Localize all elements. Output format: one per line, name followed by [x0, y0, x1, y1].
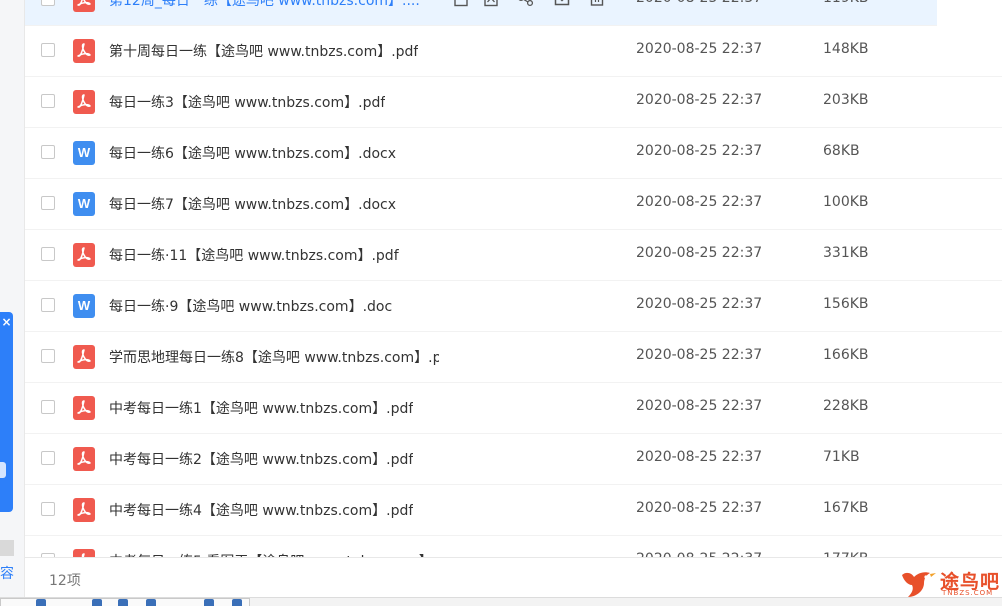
file-date: 2020-08-25 22:37 — [636, 194, 763, 210]
file-date: 2020-08-25 22:37 — [636, 41, 763, 57]
row-checkbox[interactable] — [41, 0, 55, 6]
file-size: 148KB — [823, 41, 869, 57]
file-date: 2020-08-25 22:37 — [636, 296, 763, 312]
file-date: 2020-08-25 22:37 — [636, 92, 763, 108]
taskbar — [0, 597, 1002, 606]
file-row[interactable]: 学而思地理每日一练8【途鸟吧 www.tnbzs.com】.pdf 2020-08… — [25, 332, 1002, 383]
file-row[interactable]: 中考每日一练1【途鸟吧 www.tnbzs.com】.pdf 2020-08-25… — [25, 383, 1002, 434]
file-row[interactable]: 中考每日一练4【途鸟吧 www.tnbzs.com】.pdf 2020-08-25… — [25, 485, 1002, 536]
row-checkbox[interactable] — [41, 349, 55, 363]
row-checkbox[interactable] — [41, 400, 55, 414]
file-row[interactable]: 每日一练·11【途鸟吧 www.tnbzs.com】.pdf 2020-08-25… — [25, 230, 1002, 281]
watermark-logo: 途鸟吧 TNBZS.COM — [896, 565, 999, 601]
row-checkbox[interactable] — [41, 196, 55, 210]
taskbar-app-icon[interactable] — [232, 599, 242, 606]
file-size: 156KB — [823, 296, 869, 312]
file-name[interactable]: 中考每日一练4【途鸟吧 www.tnbzs.com】.pdf — [109, 500, 413, 520]
file-date: 2020-08-25 22:37 — [636, 500, 763, 516]
file-size: 203KB — [823, 92, 869, 108]
file-row[interactable]: 第十周每日一练【途鸟吧 www.tnbzs.com】.pdf 2020-08-25… — [25, 26, 1002, 77]
file-name[interactable]: 中考每日一练1【途鸟吧 www.tnbzs.com】.pdf — [109, 398, 413, 418]
item-count: 12项 — [49, 573, 81, 589]
row-checkbox[interactable] — [41, 298, 55, 312]
file-name[interactable]: 每日一练·11【途鸟吧 www.tnbzs.com】.pdf — [109, 245, 399, 265]
file-name[interactable]: 第12周_每日一练【途鸟吧 www.tnbzs.com】.... — [109, 0, 420, 10]
side-floating-tab[interactable]: × — [0, 312, 13, 512]
file-row[interactable]: W 每日一练6【途鸟吧 www.tnbzs.com】.docx 2020-08-25… — [25, 128, 1002, 179]
file-size: 228KB — [823, 398, 869, 414]
taskbar-app-icon[interactable] — [204, 599, 214, 606]
file-name[interactable]: 每日一练6【途鸟吧 www.tnbzs.com】.docx — [109, 143, 396, 163]
file-size: 331KB — [823, 245, 869, 261]
preview-icon[interactable] — [483, 0, 501, 7]
word-file-icon: W — [73, 141, 95, 165]
row-checkbox[interactable] — [41, 145, 55, 159]
pdf-file-icon — [73, 345, 95, 369]
pdf-file-icon — [73, 396, 95, 420]
file-row[interactable]: 第12周_每日一练【途鸟吧 www.tnbzs.com】.... 2020-08-… — [25, 0, 937, 26]
file-name[interactable]: 每日一练7【途鸟吧 www.tnbzs.com】.docx — [109, 194, 396, 214]
word-letter: W — [77, 145, 91, 160]
left-panel-edge — [0, 0, 25, 606]
open-icon[interactable] — [453, 0, 471, 7]
bird-logo-icon — [902, 572, 936, 597]
taskbar-app-icon[interactable] — [146, 599, 156, 606]
file-row[interactable]: W 每日一练·9【途鸟吧 www.tnbzs.com】.doc 2020-08-25… — [25, 281, 1002, 332]
watermark-subtitle: TNBZS.COM — [942, 589, 994, 597]
left-panel-divider — [0, 540, 14, 556]
file-date: 2020-08-25 22:37 — [636, 245, 763, 261]
word-letter: W — [77, 298, 91, 313]
pdf-file-icon — [73, 39, 95, 63]
share-icon[interactable] — [517, 0, 535, 7]
file-row[interactable]: W 每日一练7【途鸟吧 www.tnbzs.com】.docx 2020-08-25… — [25, 179, 1002, 230]
file-size: 71KB — [823, 449, 860, 465]
pdf-file-icon — [73, 0, 95, 12]
file-name[interactable]: 每日一练·9【途鸟吧 www.tnbzs.com】.doc — [109, 296, 392, 316]
file-row[interactable]: 中考每日一练2【途鸟吧 www.tnbzs.com】.pdf 2020-08-25… — [25, 434, 1002, 485]
left-panel-label: 容 — [0, 566, 14, 582]
word-letter: W — [77, 196, 91, 211]
pdf-file-icon — [73, 90, 95, 114]
file-list: 第12周_每日一练【途鸟吧 www.tnbzs.com】.... 2020-08-… — [25, 0, 1002, 587]
file-date: 2020-08-25 22:37 — [636, 0, 762, 6]
file-size: 166KB — [823, 347, 869, 363]
taskbar-app-icon[interactable] — [118, 599, 128, 606]
file-size: 167KB — [823, 500, 869, 516]
file-date: 2020-08-25 22:37 — [636, 143, 763, 159]
file-date: 2020-08-25 22:37 — [636, 347, 763, 363]
file-row[interactable]: 每日一练3【途鸟吧 www.tnbzs.com】.pdf 2020-08-25 2… — [25, 77, 1002, 128]
row-checkbox[interactable] — [41, 502, 55, 516]
row-checkbox[interactable] — [41, 451, 55, 465]
file-size: 68KB — [823, 143, 860, 159]
file-date: 2020-08-25 22:37 — [636, 398, 763, 414]
file-manager-window: × 容 第12周_每日一练【途鸟吧 www.tnbzs.com】.... 2020… — [0, 0, 1002, 606]
file-size: 100KB — [823, 194, 869, 210]
delete-icon[interactable] — [589, 0, 607, 7]
file-name[interactable]: 学而思地理每日一练8【途鸟吧 www.tnbzs.com】.pdf — [109, 347, 439, 367]
download-icon[interactable] — [553, 0, 571, 7]
close-icon[interactable]: × — [0, 313, 13, 331]
file-name[interactable]: 中考每日一练2【途鸟吧 www.tnbzs.com】.pdf — [109, 449, 413, 469]
pdf-file-icon — [73, 243, 95, 267]
file-size: 119KB — [823, 0, 869, 6]
tab-handle — [0, 462, 6, 478]
taskbar-app-icon[interactable] — [36, 599, 46, 606]
taskbar-app-icon[interactable] — [92, 599, 102, 606]
file-date: 2020-08-25 22:37 — [636, 449, 763, 465]
status-footer: 12项 — [25, 557, 1002, 598]
word-file-icon: W — [73, 192, 95, 216]
file-name[interactable]: 每日一练3【途鸟吧 www.tnbzs.com】.pdf — [109, 92, 385, 112]
row-checkbox[interactable] — [41, 43, 55, 57]
pdf-file-icon — [73, 447, 95, 471]
row-checkbox[interactable] — [41, 94, 55, 108]
pdf-file-icon — [73, 498, 95, 522]
row-checkbox[interactable] — [41, 247, 55, 261]
file-name[interactable]: 第十周每日一练【途鸟吧 www.tnbzs.com】.pdf — [109, 41, 418, 61]
word-file-icon: W — [73, 294, 95, 318]
